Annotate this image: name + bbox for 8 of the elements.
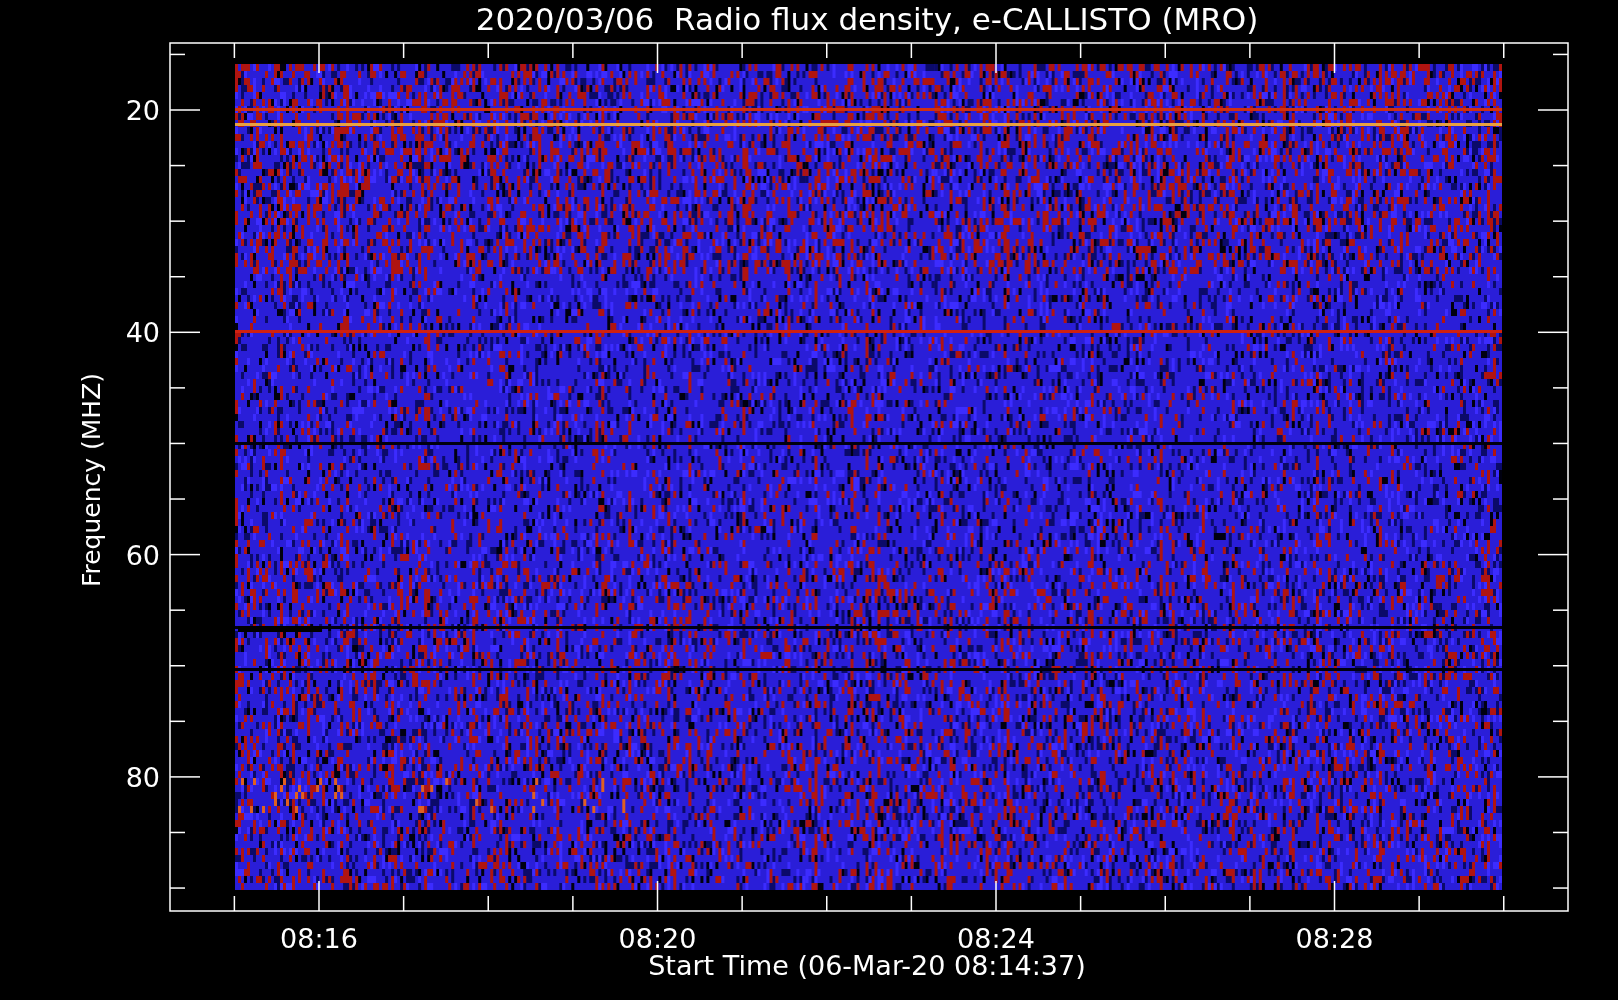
x-tick-label: 08:16 [280,923,358,954]
y-tick-label: 60 [125,539,160,571]
y-tick-label: 20 [125,95,160,126]
chart-title: 2020/03/06 Radio flux density, e-CALLISTO (MRO) [475,1,1259,37]
y-tick-label: 80 [125,761,160,793]
y-tick-label: 40 [125,317,160,349]
y-axis-label: Frequency (MHZ) [77,372,106,588]
x-tick-label: 08:28 [1295,923,1374,954]
